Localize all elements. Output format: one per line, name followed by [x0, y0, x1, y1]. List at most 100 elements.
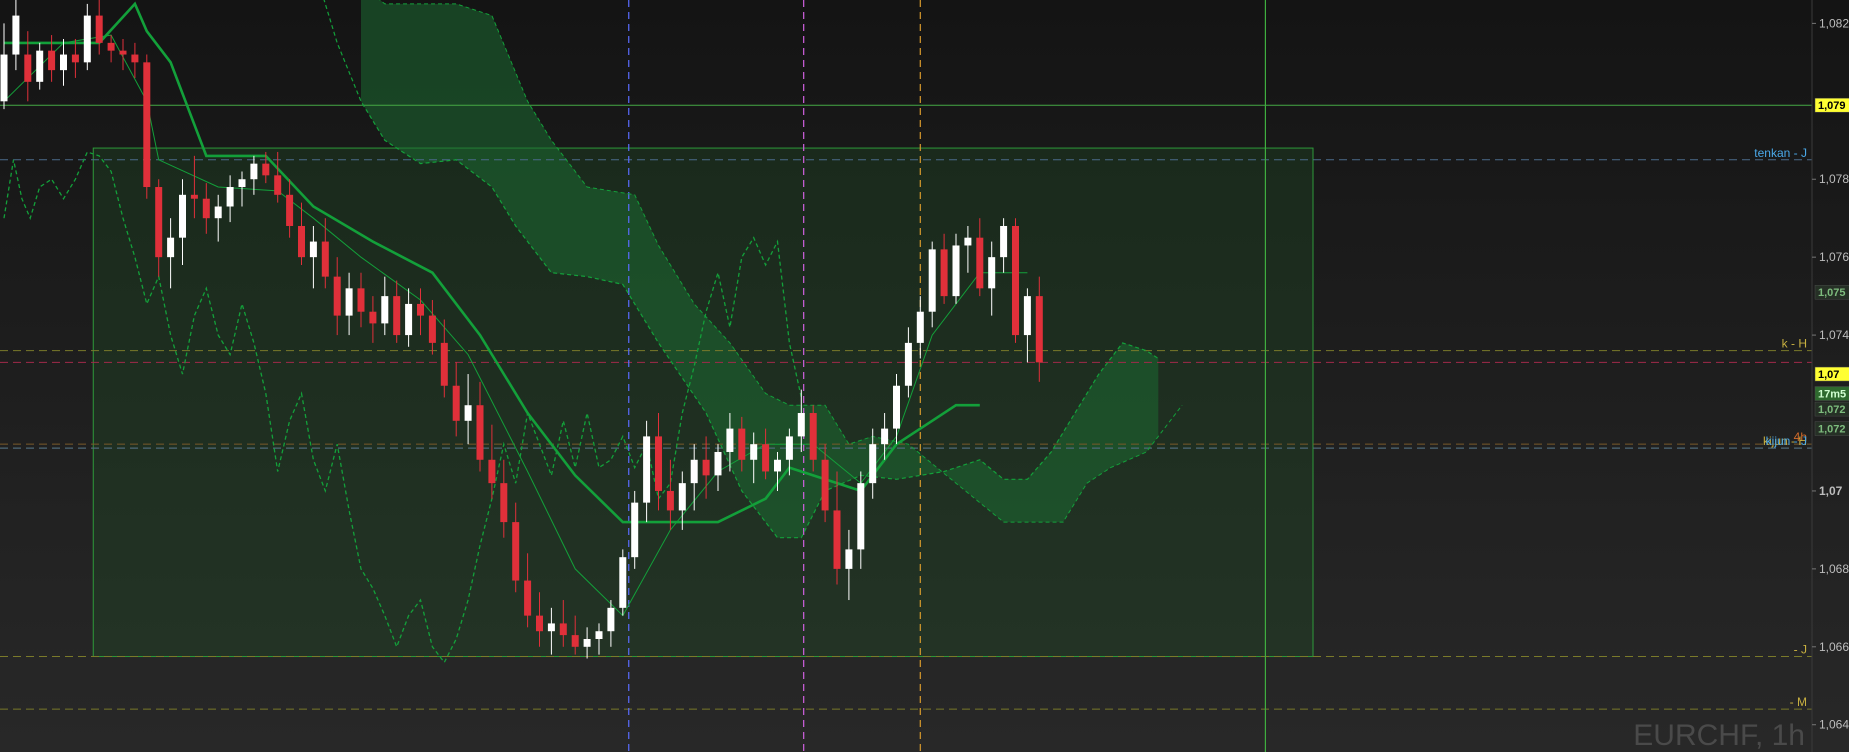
candle-body — [488, 459, 496, 484]
candle-body — [190, 194, 198, 199]
candle-body — [500, 483, 508, 523]
candle-body — [298, 225, 305, 258]
candle-body — [821, 459, 829, 511]
candle-body — [250, 163, 258, 180]
candle-body — [155, 187, 163, 258]
candle-body — [179, 194, 186, 238]
candle-body — [476, 405, 484, 460]
candle-body — [916, 311, 924, 343]
candle-body — [738, 428, 746, 460]
candle-body — [286, 194, 294, 226]
candle-body — [904, 342, 912, 386]
candle-body — [345, 288, 353, 316]
candle-body — [1000, 225, 1008, 258]
candle-body — [988, 257, 996, 289]
candle-body — [119, 50, 127, 55]
y-tick-label: 1,066 — [1819, 640, 1849, 654]
candle-body — [238, 179, 246, 188]
candle-body — [393, 296, 401, 336]
y-tick-label: 1,078 — [1819, 172, 1849, 186]
candle-body — [833, 510, 841, 569]
candle-body — [524, 580, 532, 616]
candle-body — [774, 459, 781, 472]
candle-body — [131, 54, 139, 63]
candle-body — [690, 459, 698, 484]
candle-body — [60, 54, 67, 71]
price-tag-label: 1,079 — [1818, 100, 1846, 112]
hline-label-6: kijun - J — [1766, 434, 1807, 448]
candle-body — [797, 413, 805, 437]
candle-body — [726, 428, 734, 452]
candle-body — [536, 615, 543, 632]
candle-body — [202, 198, 210, 219]
candle-body — [785, 436, 793, 460]
candle-body — [107, 42, 115, 51]
candle-body — [678, 483, 686, 511]
candle-body — [428, 315, 436, 343]
candle-body — [857, 483, 865, 550]
y-tick-label: 1,07 — [1819, 484, 1843, 498]
candle-body — [36, 50, 44, 82]
candle-body — [417, 303, 424, 316]
candle-body — [571, 635, 579, 647]
candle-body — [95, 15, 103, 43]
candle-body — [357, 288, 365, 312]
candle-body — [940, 249, 948, 297]
price-tag-label: 1,072 — [1818, 424, 1846, 436]
hline-label-1: tenkan - J — [1754, 146, 1807, 160]
candle-body — [262, 163, 270, 176]
candle-body — [83, 15, 91, 63]
candle-body — [1012, 225, 1019, 336]
candle-body — [881, 428, 889, 445]
candle-body — [143, 62, 151, 188]
candle-body — [274, 175, 282, 195]
candle-body — [762, 444, 770, 472]
candle-body — [381, 296, 389, 324]
price-tag-label: 1,075 — [1818, 287, 1846, 299]
symbol-watermark: EURCHF, 1h — [1633, 719, 1805, 752]
ichimoku-chart: tenkan - Jk - H 4h kijun - Hkijun - J- J- … — [0, 0, 1849, 752]
candle-body — [964, 237, 972, 246]
candle-body — [512, 522, 520, 581]
hline-label-2: k - H — [1782, 337, 1807, 351]
candle-body — [928, 249, 936, 312]
candle-body — [309, 241, 317, 258]
candle-body — [809, 413, 817, 460]
candle-body — [583, 639, 591, 647]
candle-body — [71, 54, 79, 63]
candle-body — [893, 385, 900, 429]
candle-body — [845, 549, 853, 569]
candle-body — [666, 490, 674, 511]
candle-body — [547, 623, 555, 632]
y-tick-label: 1,082 — [1819, 16, 1849, 30]
price-tag-label: 17m5 — [1818, 389, 1846, 401]
candle-body — [607, 607, 615, 632]
candle-body — [24, 54, 32, 82]
candle-body — [167, 237, 175, 258]
candle-body — [869, 444, 877, 484]
candle-body — [1035, 296, 1043, 363]
candle-body — [226, 187, 234, 207]
candle-body — [48, 50, 56, 71]
y-tick-label: 1,068 — [1819, 562, 1849, 576]
chart-canvas: tenkan - Jk - H4hkijun - Hkijun - J- J- … — [0, 0, 1849, 752]
candle-body — [333, 276, 341, 316]
candle-body — [321, 241, 329, 277]
candle-body — [750, 444, 758, 460]
hline-label-8: - M — [1790, 695, 1807, 709]
candle-body — [976, 237, 984, 289]
candle-body — [595, 631, 603, 640]
candle-body — [12, 15, 20, 55]
candle-body — [405, 303, 413, 336]
candle-body — [1023, 296, 1031, 336]
candle-body — [952, 245, 960, 297]
candle-body — [655, 436, 662, 491]
price-tag-label: 1,07 — [1818, 369, 1839, 381]
candle-body — [702, 459, 710, 476]
y-tick-label: 1,076 — [1819, 250, 1849, 264]
candle-body — [440, 342, 448, 386]
candle-body — [214, 206, 222, 219]
candle-body — [619, 557, 627, 608]
price-tag-label: 1,072 — [1818, 404, 1846, 416]
y-tick-label: 1,074 — [1819, 328, 1849, 342]
